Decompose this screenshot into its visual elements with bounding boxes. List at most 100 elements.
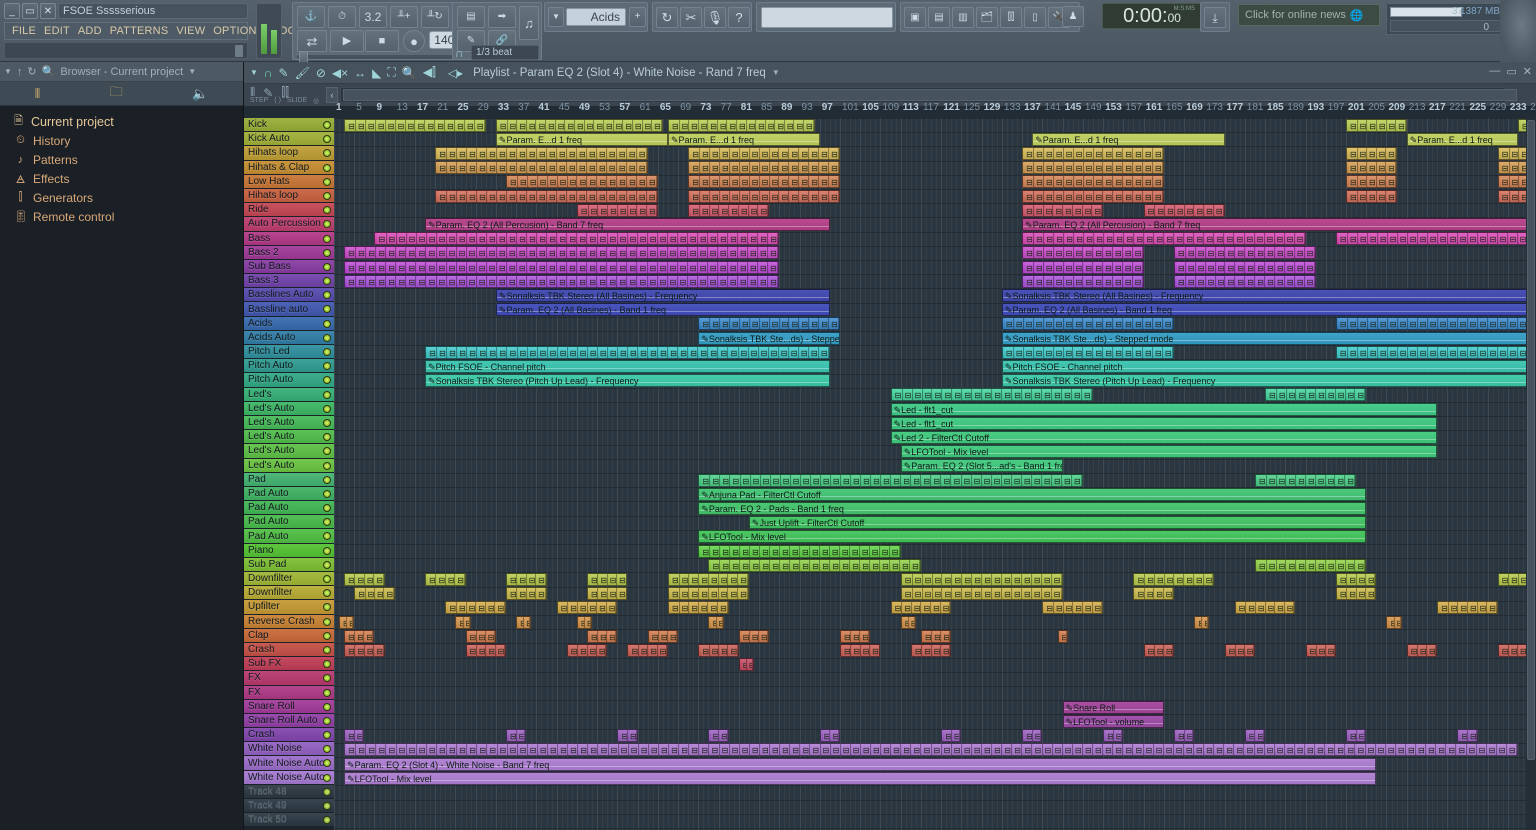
track-header[interactable]: Acids Auto [244,331,334,345]
pattern-clip[interactable]: ⊟⊟⊟⊟⊟⊟⊟⊟⊟⊟⊟⊟⊟⊟⊟ [688,147,840,160]
pattern-clip[interactable]: ⊟⊟⊟⊟⊟⊟⊟⊟⊟⊟⊟⊟⊟⊟⊟⊟⊟⊟⊟⊟⊟⊟⊟⊟⊟⊟⊟⊟⊟⊟⊟⊟⊟⊟⊟⊟⊟⊟⊟⊟… [344,246,779,259]
pattern-clip[interactable]: ⊟⊟⊟⊟ [840,644,880,657]
pattern-clip[interactable]: ⊟⊟⊟⊟ [1133,587,1173,600]
automation-clip[interactable]: ✎Sonalksis TBK Ste...ds) - Stepped mode [1002,332,1536,345]
track-header[interactable]: Pitch Auto [244,359,334,373]
track-enable-led[interactable] [323,646,331,654]
delete-icon[interactable]: ⊘ [316,66,326,80]
pattern-clip[interactable]: ⊟⊟⊟ [1144,644,1174,657]
track-enable-led[interactable] [323,689,331,697]
browser-icon[interactable]: 🗂 [976,7,998,28]
vertical-scrollbar[interactable] [1526,118,1536,830]
pattern-clip[interactable]: ⊟⊟⊟⊟⊟⊟ [1437,601,1498,614]
pattern-song-toggle-icon[interactable]: ⇄ [297,30,327,52]
pattern-clip[interactable]: ⊟⊟⊟⊟⊟⊟⊟⊟⊟⊟⊟⊟⊟⊟⊟⊟⊟⊟⊟⊟ [891,388,1093,401]
pattern-clip[interactable]: ⊟⊟⊟⊟⊟⊟⊟⊟⊟⊟⊟⊟⊟⊟ [1022,190,1164,203]
pattern-clip[interactable]: ⊟⊟⊟⊟⊟⊟ [1042,601,1103,614]
pattern-clip[interactable]: ⊟⊟⊟⊟ [425,573,465,586]
pattern-clip[interactable]: ⊟⊟⊟ [648,630,678,643]
track-header[interactable]: Snare Roll Auto [244,714,334,728]
track-enable-led[interactable] [323,717,331,725]
step-edit-icon[interactable]: ▤ [457,6,485,28]
track-enable-led[interactable] [323,674,331,682]
pattern-clip[interactable]: ⊟⊟⊟⊟⊟⊟⊟⊟⊟⊟⊟⊟⊟⊟ [1174,246,1316,259]
pattern-clip[interactable]: ⊟⊟⊟⊟ [344,573,384,586]
pattern-clip[interactable]: ⊟⊟⊟⊟⊟⊟⊟⊟⊟⊟⊟⊟⊟⊟⊟⊟⊟⊟⊟⊟⊟⊟ [1336,317,1536,330]
track-enable-led[interactable] [323,476,331,484]
pattern-clip[interactable]: ⊟⊟⊟⊟ [354,587,394,600]
project-title[interactable]: FSOE Ssssserious [58,3,248,19]
track-header[interactable]: White Noise Auto [244,771,334,785]
track-header[interactable]: Led's Auto [244,416,334,430]
volume-slider-track[interactable] [297,55,459,59]
automation-clip[interactable]: ✎Pitch FSOE - Channel pitch [1002,360,1536,373]
pattern-clip[interactable]: ⊟⊟⊟ [921,630,951,643]
pattern-clip[interactable]: ⊟⊟ [1346,729,1366,742]
pattern-clip[interactable]: ⊟⊟⊟ [840,630,870,643]
track-header[interactable]: Acids [244,317,334,331]
pattern-clip[interactable]: ⊟⊟ [1022,729,1042,742]
track-enable-led[interactable] [323,121,331,129]
paint-icon[interactable]: 🖌 [295,66,310,80]
pattern-clip[interactable]: ⊟⊟ [1194,616,1209,629]
track-header[interactable]: Led's [244,388,334,402]
pattern-clip[interactable]: ⊟⊟⊟⊟⊟⊟⊟⊟ [668,573,749,586]
track-header[interactable]: Downfilter [244,572,334,586]
track-header[interactable]: Pad Auto [244,529,334,543]
pattern-clip[interactable]: ⊟⊟⊟⊟⊟ [1346,161,1397,174]
automation-clip[interactable]: ✎Param. EQ 2 (All Basines) - Band 1 freq [496,303,830,316]
automation-clip[interactable]: ✎LFOTool - Mix level [344,772,1376,785]
track-header[interactable]: Bass 3 [244,274,334,288]
pattern-clip[interactable]: ⊟⊟⊟⊟⊟⊟⊟⊟⊟⊟⊟⊟⊟⊟⊟⊟⊟⊟⊟⊟⊟⊟⊟⊟⊟⊟⊟⊟⊟⊟⊟⊟⊟⊟⊟⊟⊟⊟ [698,474,1083,487]
pattern-clip[interactable]: ⊟⊟⊟⊟⊟⊟⊟⊟⊟⊟⊟⊟⊟⊟⊟⊟ [901,573,1063,586]
pattern-clip[interactable]: ⊟⊟⊟⊟⊟⊟⊟⊟⊟⊟⊟⊟⊟⊟⊟⊟ [901,587,1063,600]
pattern-clip[interactable]: ⊟⊟⊟⊟⊟⊟⊟⊟⊟⊟⊟⊟⊟⊟ [698,317,840,330]
pattern-clip[interactable]: ⊟⊟⊟⊟⊟⊟ [668,601,729,614]
pattern-clip[interactable]: ⊟⊟⊟⊟ [627,644,667,657]
pattern-clip[interactable]: ⊟⊟ [708,729,728,742]
minimize-icon[interactable]: — [1489,65,1500,78]
horizontal-scrollbar[interactable] [340,87,1506,103]
track-header[interactable]: Track 49 [244,799,334,813]
step-forward-icon[interactable]: ➡ [488,6,516,28]
snap-magnet-icon[interactable]: ∩ [455,46,464,60]
pattern-clip[interactable]: ⊟⊟⊟⊟⊟⊟⊟⊟⊟⊟⊟⊟⊟⊟⊟⊟⊟⊟⊟⊟⊟⊟ [1336,232,1536,245]
track-header[interactable]: FX [244,671,334,685]
track-header[interactable]: Pad Auto [244,487,334,501]
automation-clip[interactable]: ✎Param. EQ 2 (All Basines) - Band 1 freq [1002,303,1536,316]
playlist-menu-icon[interactable]: ▼ [772,68,780,77]
pattern-clip[interactable]: ⊟⊟⊟ [466,630,496,643]
pattern-clip[interactable]: ⊟⊟⊟⊟⊟⊟⊟⊟⊟⊟⊟⊟⊟⊟⊟⊟⊟ [496,119,663,132]
automation-clip[interactable]: ✎Led - flt1_cut [891,403,1437,416]
pattern-clip[interactable]: ⊟⊟⊟⊟⊟⊟⊟⊟ [668,587,749,600]
track-enable-led[interactable] [323,788,331,796]
pattern-clip[interactable]: ⊟⊟⊟ [1306,644,1336,657]
refresh-icon[interactable]: ↻ [27,65,36,78]
search-icon[interactable]: 🔍 [42,65,56,78]
track-enable-led[interactable] [323,164,331,172]
track-enable-led[interactable] [323,660,331,668]
mute-icon[interactable]: ◀× [332,66,348,80]
track-header[interactable]: Ride [244,203,334,217]
close-button[interactable]: ✕ [40,3,56,19]
pattern-clip[interactable]: ⊟⊟⊟⊟ [1336,587,1376,600]
pattern-clip[interactable]: ⊟⊟⊟⊟ [344,644,384,657]
track-header[interactable]: Kick Auto [244,132,334,146]
undo-icon[interactable]: ↻ [656,7,678,28]
automation-clip[interactable]: ✎Snare Roll [1063,701,1164,714]
tempo-tap-icon[interactable]: ♟ [1062,6,1084,27]
pattern-clip[interactable]: ⊟⊟ [1457,729,1477,742]
up-arrow-icon[interactable]: ↑ [17,66,23,78]
pattern-clip[interactable]: ⊟⊟⊟ [739,630,769,643]
track-header[interactable]: Kick [244,118,334,132]
track-header[interactable]: Hihats loop [244,146,334,160]
vertical-scroll-thumb[interactable] [1527,120,1535,760]
pattern-clip[interactable]: ⊟⊟⊟⊟⊟⊟⊟⊟ [577,204,658,217]
track-enable-led[interactable] [323,547,331,555]
pattern-clip[interactable]: ⊟⊟⊟⊟⊟⊟⊟⊟⊟⊟⊟⊟⊟⊟⊟⊟⊟ [1002,317,1174,330]
track-enable-led[interactable] [323,362,331,370]
shuffle-icon[interactable]: ✂ [680,7,702,28]
track-enable-led[interactable] [323,603,331,611]
track-header[interactable]: Led's Auto [244,430,334,444]
track-enable-led[interactable] [323,305,331,313]
